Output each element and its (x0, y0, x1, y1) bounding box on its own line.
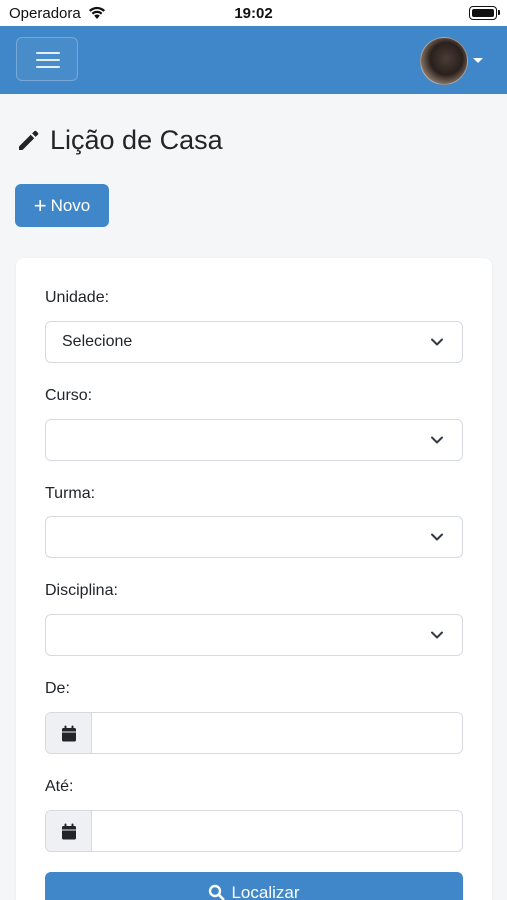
turma-select[interactable] (45, 516, 463, 558)
new-button[interactable]: + Novo (15, 184, 109, 227)
chevron-down-icon (431, 436, 443, 444)
ate-calendar-addon[interactable] (46, 811, 92, 851)
ate-date-input[interactable] (93, 811, 462, 851)
disciplina-select[interactable] (45, 614, 463, 656)
hamburger-icon (36, 52, 60, 54)
de-calendar-addon[interactable] (46, 713, 92, 753)
calendar-icon (61, 725, 76, 741)
battery-icon (469, 6, 500, 20)
calendar-icon (61, 823, 76, 839)
unidade-label: Unidade: (45, 289, 110, 306)
top-navbar (0, 26, 507, 94)
unidade-select[interactable]: Selecione (45, 321, 463, 363)
search-button[interactable]: Localizar (45, 872, 463, 900)
de-date-group (45, 712, 463, 754)
pencil-icon (19, 130, 39, 150)
de-label: De: (45, 680, 70, 697)
disciplina-label: Disciplina: (45, 582, 118, 599)
search-icon (209, 884, 225, 900)
curso-label: Curso: (45, 387, 93, 404)
plus-icon: + (33, 192, 47, 218)
page-title: Lição de Casa (50, 124, 223, 155)
hamburger-icon-line (36, 66, 60, 68)
hamburger-icon-line (36, 59, 60, 61)
chevron-down-icon (431, 338, 443, 346)
menu-toggle-button[interactable] (16, 37, 78, 81)
user-avatar[interactable] (420, 37, 468, 85)
de-date-input[interactable] (93, 713, 462, 753)
chevron-down-icon (431, 533, 443, 541)
ate-label: Até: (45, 778, 74, 795)
search-button-label: Localizar (231, 883, 300, 900)
clock-time: 19:02 (234, 5, 273, 22)
page-heading: Lição de Casa (16, 122, 223, 158)
chevron-down-icon (431, 631, 443, 639)
unidade-select-value: Selecione (62, 333, 133, 350)
turma-label: Turma: (45, 485, 96, 502)
new-button-label: Novo (50, 195, 91, 215)
caret-down-icon[interactable] (473, 58, 483, 63)
status-bar: Operadora 19:02 (0, 0, 507, 26)
ate-date-group (45, 810, 463, 852)
curso-select[interactable] (45, 419, 463, 461)
